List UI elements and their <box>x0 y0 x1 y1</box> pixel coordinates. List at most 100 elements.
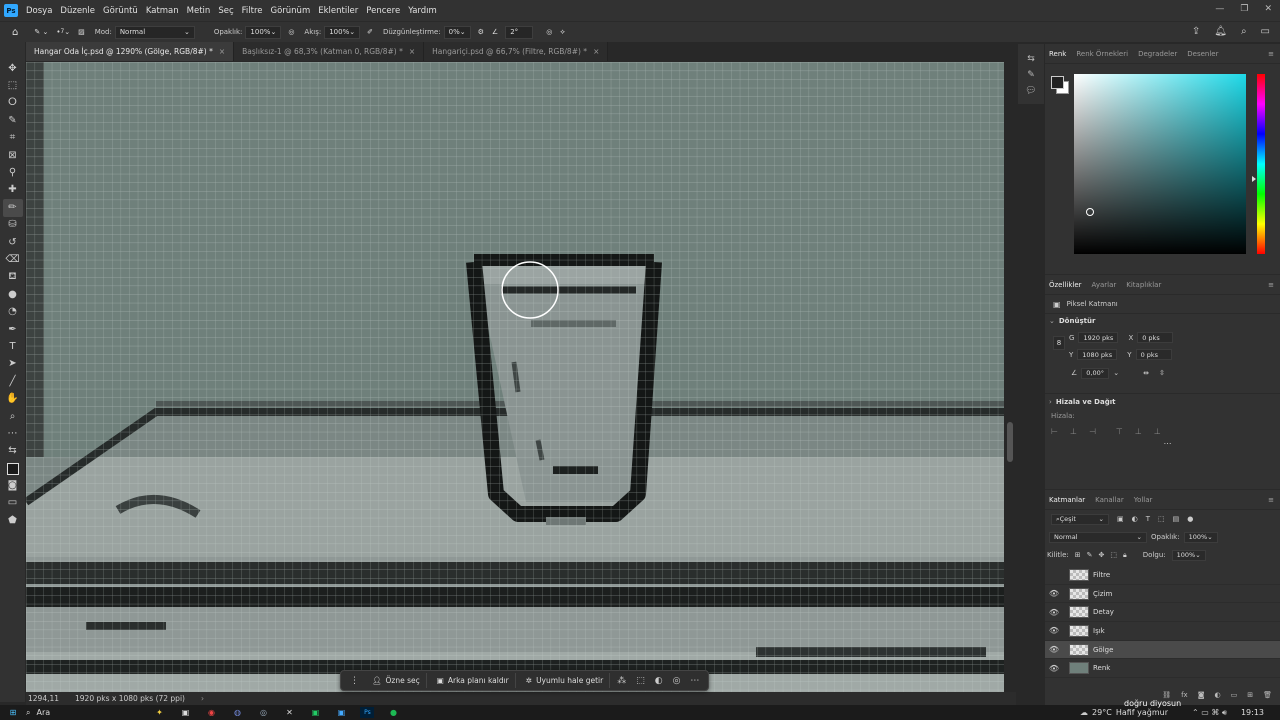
link-icon[interactable]: 8 <box>1053 336 1065 350</box>
filter-toggle-icon[interactable]: ● <box>1187 515 1193 523</box>
task-view-icon[interactable]: ▣ <box>178 707 192 718</box>
taskbar-search-label[interactable]: Ara <box>36 708 146 717</box>
flip-horizontal-icon[interactable]: ⇹ <box>1143 369 1149 377</box>
chrome-icon[interactable]: ◉ <box>204 707 218 718</box>
brush-tool-icon[interactable]: ✏ <box>2 199 23 217</box>
hue-slider[interactable] <box>1257 74 1265 254</box>
new-group-icon[interactable]: ▭ <box>1231 691 1238 699</box>
visibility-eye-icon[interactable]: 👁︎ <box>1045 626 1063 635</box>
taskbar-search-icon[interactable]: ⌕ <box>26 708 30 718</box>
menu-item[interactable]: Pencere <box>362 6 404 16</box>
screen-mode-icon[interactable]: ▭ <box>3 495 23 512</box>
panel-tab[interactable]: Degradeler <box>1138 50 1177 58</box>
visibility-eye-icon[interactable]: 👁︎ <box>1045 589 1063 598</box>
panel-menu-icon[interactable]: ≡ <box>1268 281 1274 289</box>
more-options-icon[interactable]: ⋯ <box>1045 439 1280 448</box>
filter-shape-icon[interactable]: ⬚ <box>1158 515 1165 523</box>
quick-select-tool-icon[interactable]: ✎ <box>3 112 23 129</box>
close-tab-icon[interactable]: × <box>219 47 225 56</box>
angle-field[interactable]: 0,00° <box>1081 367 1110 379</box>
capcut-icon[interactable]: ✕ <box>282 707 296 718</box>
flip-vertical-icon[interactable]: ⇳ <box>1159 369 1165 377</box>
angle-field[interactable]: 2° <box>505 25 534 39</box>
clock[interactable]: 19:13 <box>1241 708 1264 717</box>
status-arrow-icon[interactable]: › <box>201 694 204 703</box>
panel-tab[interactable]: Katmanlar <box>1049 496 1085 504</box>
menu-item[interactable]: Düzenle <box>56 6 99 16</box>
height-field[interactable]: 1080 pks <box>1077 349 1118 360</box>
share-icon[interactable]: ⇪ <box>1192 26 1200 37</box>
select-subject-button[interactable]: 👤︎ Özne seç <box>366 673 427 688</box>
lasso-tool-icon[interactable]: ⵔ <box>3 95 23 112</box>
quick-mask-icon[interactable]: ◙ <box>3 477 23 494</box>
blue-app-icon[interactable]: ▣ <box>334 707 348 718</box>
fg-bg-swatches[interactable] <box>1051 76 1069 94</box>
adjustment-icon[interactable]: ◐ <box>652 676 666 686</box>
document-tab[interactable]: Hangariçi.psd @ 66,7% (Filtre, RGB/8#) *… <box>424 42 609 61</box>
blur-tool-icon[interactable]: ● <box>3 286 23 303</box>
panel-tab[interactable]: Kitaplıklar <box>1126 281 1161 289</box>
document-tab[interactable]: Başlıksız-1 @ 68,3% (Katman 0, RGB/8#) *… <box>234 42 425 61</box>
harmonize-button[interactable]: ✲ Uyumlu hale getir <box>520 673 611 688</box>
symmetry-icon[interactable]: ⟡ <box>556 25 569 40</box>
layer-row[interactable]: Filtre <box>1045 566 1280 585</box>
fill-field[interactable]: 100% ⌄ <box>1171 549 1206 561</box>
menu-item[interactable]: Görünüm <box>267 6 315 16</box>
menu-item[interactable]: Görüntü <box>99 6 142 16</box>
workspace-icon[interactable]: ▭ <box>1261 26 1270 37</box>
panel-tab[interactable]: Desenler <box>1187 50 1218 58</box>
visibility-eye-icon[interactable]: 👁︎ <box>1045 608 1063 617</box>
transform-section-title[interactable]: Dönüştür <box>1059 317 1096 325</box>
close-tab-icon[interactable]: × <box>409 47 415 56</box>
weather-desc[interactable]: Hafif yağmur <box>1116 708 1168 717</box>
weather-temp[interactable]: 29°C <box>1092 708 1112 717</box>
spotify-icon[interactable]: ● <box>386 707 400 718</box>
menu-item[interactable]: Seç <box>214 6 237 16</box>
minimize-icon[interactable]: — <box>1215 4 1224 14</box>
brush-preset-picker[interactable]: • 7 ⌄ <box>52 25 74 40</box>
drag-handle-icon[interactable]: ⋮ <box>347 676 362 686</box>
color-swatches[interactable] <box>3 460 23 477</box>
eraser-tool-icon[interactable]: ⌫ <box>3 251 23 268</box>
frame-tool-icon[interactable]: ⊠ <box>3 147 23 164</box>
comments-icon[interactable]: 💬︎ <box>1025 86 1036 96</box>
windows-start-icon[interactable]: ⊞ <box>6 707 20 718</box>
mode-select[interactable]: Normal ⌄ <box>114 25 195 39</box>
layer-row[interactable]: 👁︎ Detay <box>1045 603 1280 623</box>
zoom-level[interactable]: 1294,11 <box>28 694 59 703</box>
lock-all-icon[interactable]: 🔒︎ <box>1123 551 1127 560</box>
panel-tab[interactable]: Özellikler <box>1049 281 1082 289</box>
foreground-color-swatch[interactable] <box>6 462 19 475</box>
panel-tab[interactable]: Renk <box>1049 50 1066 58</box>
pressure-opacity-icon[interactable]: ◎ <box>284 25 298 40</box>
path-select-icon[interactable]: ➤ <box>3 356 23 373</box>
filter-adjustment-icon[interactable]: ◐ <box>1132 515 1138 523</box>
blend-mode-select[interactable]: Normal ⌄ <box>1049 531 1147 543</box>
panel-tab[interactable]: Yollar <box>1134 496 1153 504</box>
panel-menu-icon[interactable]: ≡ <box>1268 496 1274 504</box>
type-tool-icon[interactable]: T <box>3 338 23 355</box>
close-icon[interactable]: ✕ <box>1264 4 1272 14</box>
menu-item[interactable]: Katman <box>142 6 183 16</box>
discord-icon[interactable]: ◍ <box>230 707 244 718</box>
color-picker-dot[interactable] <box>1086 208 1094 216</box>
hue-slider-marker[interactable] <box>1252 176 1256 182</box>
lock-paint-icon[interactable]: ✎ <box>1087 551 1093 559</box>
new-layer-icon[interactable]: ⊞ <box>1247 691 1253 699</box>
lock-position-icon[interactable]: ✥ <box>1099 551 1105 559</box>
zoom-tool-icon[interactable]: ⌕ <box>3 408 23 425</box>
transform-icon[interactable]: ⬚ <box>633 676 648 686</box>
menu-item[interactable]: Eklentiler <box>314 6 362 16</box>
x-field[interactable]: 0 pks <box>1137 332 1174 343</box>
generative-icon[interactable]: ⁂ <box>614 676 629 686</box>
angle-dropdown-icon[interactable]: ⌄ <box>1113 369 1119 377</box>
layer-opacity-field[interactable]: 100% ⌄ <box>1183 531 1218 543</box>
align-center-h-icon[interactable]: ⊥ <box>1070 427 1077 436</box>
chevron-right-icon[interactable]: › <box>1049 398 1052 406</box>
steam-icon[interactable]: ◎ <box>256 707 270 718</box>
new-adjustment-icon[interactable]: ◐ <box>1215 691 1221 699</box>
mask-icon[interactable]: ◎ <box>670 676 684 686</box>
brush-settings-icon[interactable]: ▨ <box>74 25 89 40</box>
airbrush-icon[interactable]: ✐ <box>363 25 377 40</box>
pressure-size-icon[interactable]: ◎ <box>542 25 556 40</box>
